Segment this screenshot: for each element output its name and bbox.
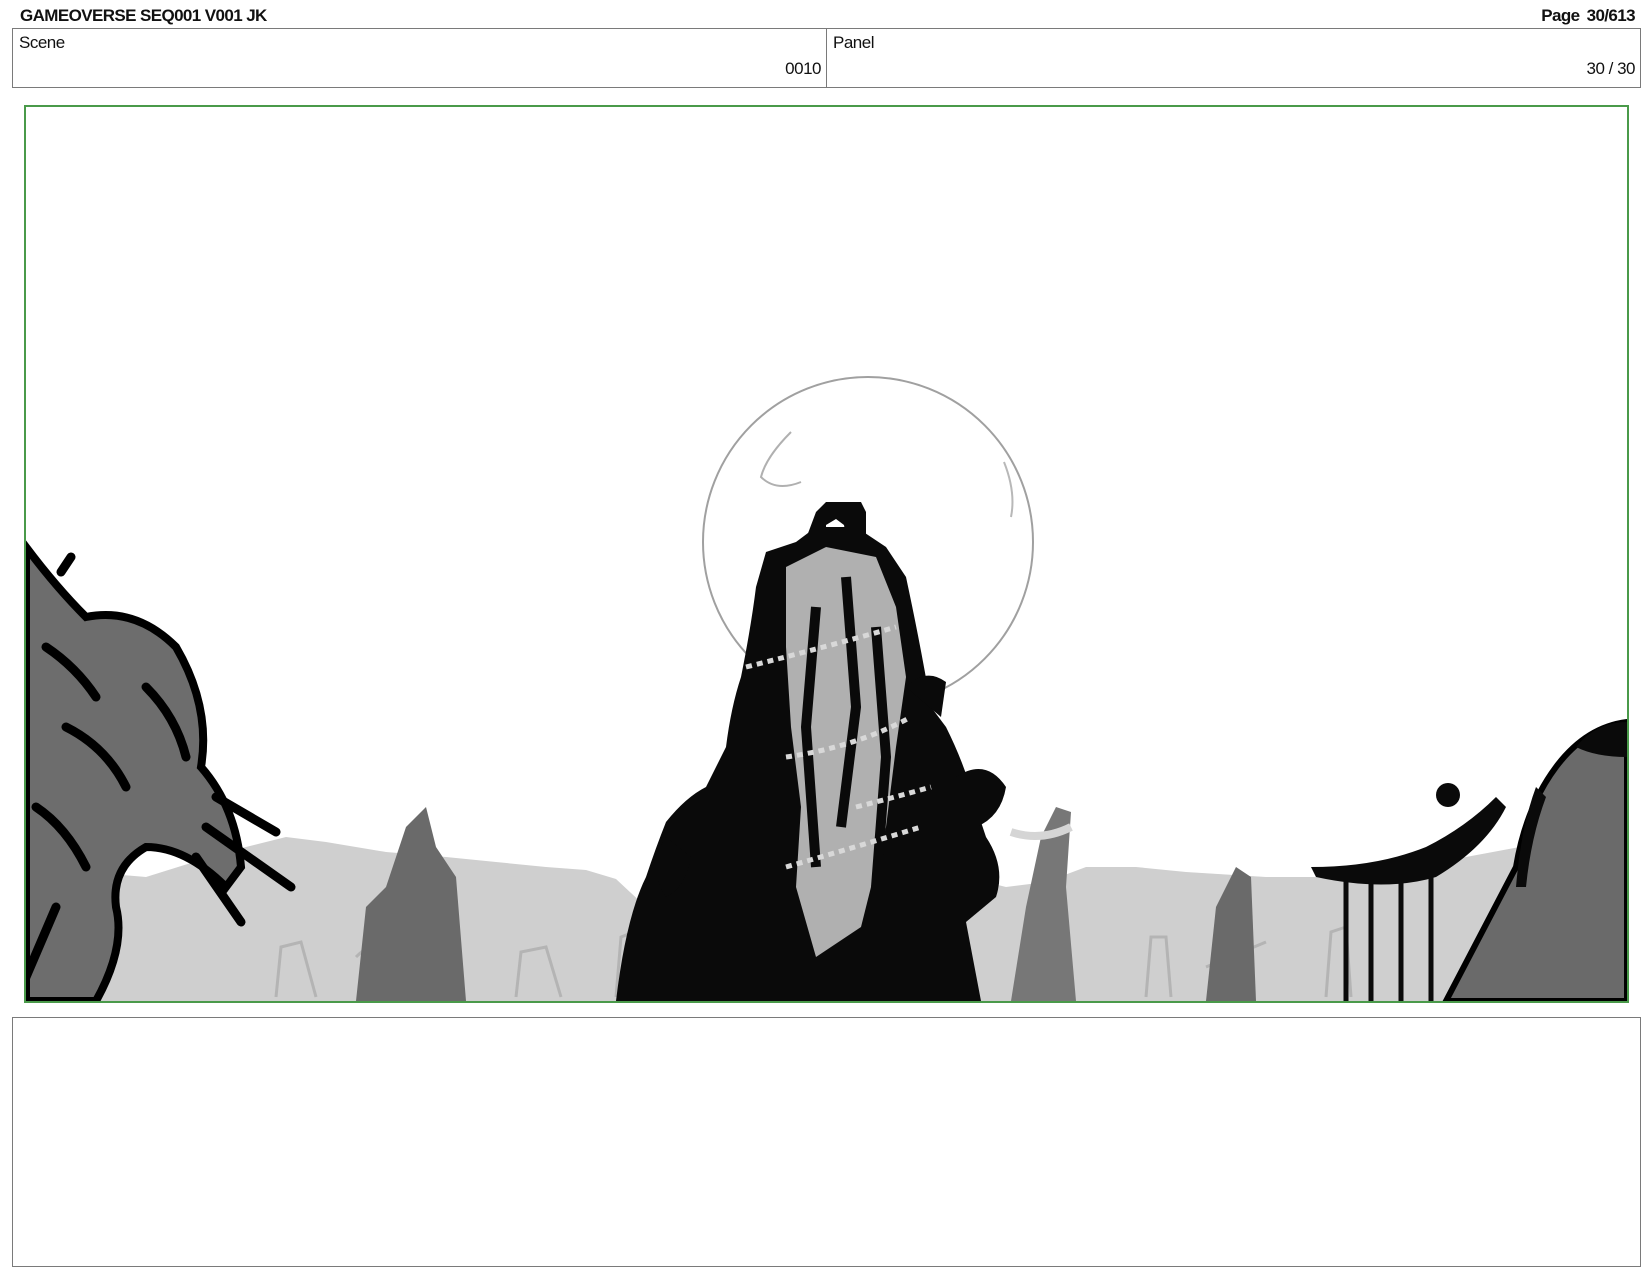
panel-number: 30 / 30 <box>1586 59 1636 78</box>
storyboard-drawing <box>26 376 1627 1001</box>
notes-box <box>12 1017 1641 1267</box>
page-counter: Page 30/613 <box>1541 6 1635 25</box>
scene-label: Scene <box>19 33 65 52</box>
panel-label: Panel <box>833 33 874 52</box>
spire-band <box>1009 823 1073 840</box>
panel-cell: Panel 30 / 30 <box>826 29 1640 87</box>
scene-cell: Scene 0010 <box>13 29 826 87</box>
scene-panel-info-row: Scene 0010 Panel 30 / 30 <box>12 28 1641 88</box>
pavilion-lantern <box>1436 783 1460 807</box>
document-title: GAMEOVERSE SEQ001 V001 JK <box>20 6 267 25</box>
storyboard-panel-frame <box>24 105 1629 1003</box>
scene-number: 0010 <box>785 59 821 78</box>
middle-left-rock <box>356 807 466 1001</box>
